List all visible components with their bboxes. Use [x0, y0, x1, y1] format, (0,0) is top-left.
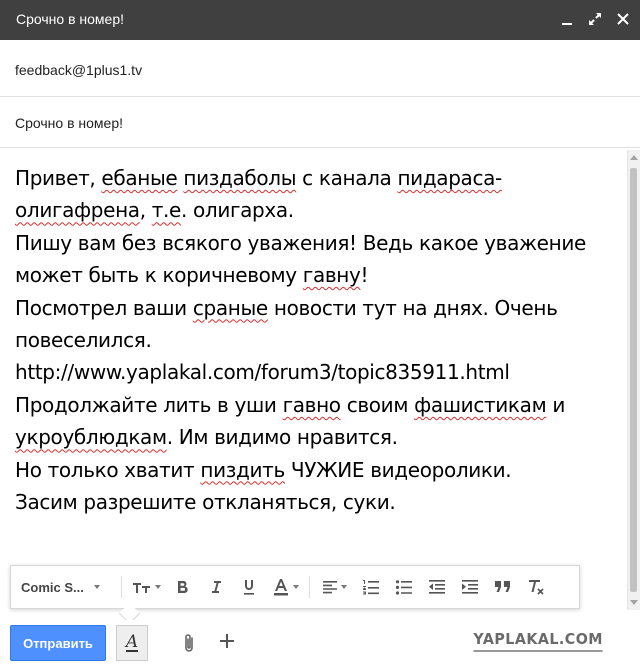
- message-text: повеселился.: [15, 328, 152, 353]
- chevron-down-icon: [93, 585, 100, 589]
- message-body[interactable]: Привет, ебаные пиздаболы с канала пидара…: [15, 162, 627, 518]
- message-line[interactable]: Засим разрешите откланяться, суки.: [15, 486, 627, 518]
- message-line[interactable]: Привет, ебаные пиздаболы с канала пидара…: [15, 162, 627, 194]
- message-text: новости тут на днях. Очень: [267, 295, 558, 320]
- attachment-icon[interactable]: [182, 633, 196, 660]
- close-icon[interactable]: [612, 8, 634, 30]
- minimize-icon[interactable]: [556, 8, 578, 30]
- misspelled-word: сраные: [192, 295, 268, 320]
- recipient-address[interactable]: feedback@1plus1.tv: [15, 62, 142, 78]
- chevron-down-icon: [292, 585, 299, 589]
- message-text: Посмотрел ваши: [15, 295, 193, 320]
- message-text: ,: [139, 198, 152, 223]
- message-line[interactable]: укроублюдкам. Им видимо нравится.: [15, 421, 627, 453]
- toolbar-divider: [121, 576, 122, 598]
- message-text: Продолжайте лить в уши: [15, 392, 283, 417]
- remove-formatting-icon: [528, 580, 544, 595]
- message-text: Засим разрешите откланяться, суки.: [15, 490, 396, 515]
- indent-more-icon: [461, 580, 478, 594]
- chevron-down-icon: [340, 585, 347, 589]
- scroll-up-icon[interactable]: [630, 155, 638, 160]
- message-text: с канала: [296, 166, 398, 190]
- font-size-icon: [132, 583, 150, 593]
- site-watermark: YAPLAKAL.COM: [473, 630, 604, 652]
- formatting-options-button[interactable]: A: [116, 625, 148, 661]
- message-text: !: [360, 263, 369, 288]
- message-line[interactable]: http://www.yaplakal.com/forum3/topic8359…: [15, 356, 627, 388]
- misspelled-word: гавну: [302, 263, 361, 288]
- misspelled-word: ебаные: [101, 166, 178, 190]
- message-line[interactable]: может быть к коричневому гавну!: [15, 259, 627, 291]
- quote-button[interactable]: [486, 566, 519, 608]
- font-family-select[interactable]: Comic S...: [11, 580, 117, 595]
- message-text: Но только хватит: [15, 457, 201, 482]
- text-color-button[interactable]: [265, 566, 305, 608]
- scroll-thumb[interactable]: [630, 168, 637, 592]
- remove-formatting-button[interactable]: [519, 566, 552, 608]
- message-line[interactable]: Посмотрел ваши сраные новости тут на дня…: [15, 292, 627, 324]
- toolbar-divider: [309, 576, 310, 598]
- misspelled-word: пидараса-: [397, 166, 502, 190]
- message-line[interactable]: Но только хватит пиздить ЧУЖИЕ видеороли…: [15, 454, 627, 486]
- message-line[interactable]: Пишу вам без всякого уважения! Ведь како…: [15, 227, 627, 259]
- misspelled-word: укроублюдкам: [15, 425, 167, 450]
- quote-icon: [494, 581, 510, 592]
- misspelled-word: олигафрена: [15, 198, 140, 223]
- misspelled-word: пиздить: [200, 457, 285, 482]
- font-family-label: Comic S...: [21, 579, 84, 595]
- underline-icon: [243, 580, 254, 595]
- indent-less-button[interactable]: [420, 566, 453, 608]
- misspelled-word: гавно: [282, 392, 341, 417]
- numbered-list-button[interactable]: [354, 566, 387, 608]
- numbered-list-icon: [362, 580, 379, 595]
- underline-button[interactable]: [232, 566, 265, 608]
- compose-titlebar: Срочно в номер!: [0, 0, 640, 40]
- message-text: и: [546, 392, 565, 417]
- bulleted-list-icon: [395, 580, 412, 595]
- body-scrollbar[interactable]: [627, 150, 640, 610]
- text-format-icon: A: [125, 632, 139, 652]
- message-text: своим: [340, 392, 415, 417]
- message-text: ЧУЖИЕ видеоролики.: [284, 457, 512, 482]
- align-button[interactable]: [314, 566, 354, 608]
- misspelled-word: пиздаболы: [183, 166, 297, 190]
- compose-actions: Отправить A YAPLAKAL.COM: [0, 620, 640, 668]
- misspelled-word: т.е: [151, 198, 182, 223]
- subject-field[interactable]: Срочно в номер!: [0, 97, 640, 148]
- align-left-icon: [322, 581, 337, 594]
- bold-button[interactable]: [166, 566, 199, 608]
- message-text: http://www.yaplakal.com/forum3/topic8359…: [15, 360, 510, 385]
- more-options-icon[interactable]: [219, 632, 235, 652]
- indent-more-button[interactable]: [453, 566, 486, 608]
- italic-button[interactable]: [199, 566, 232, 608]
- bulleted-list-button[interactable]: [387, 566, 420, 608]
- message-line[interactable]: повеселился.: [15, 324, 627, 356]
- subject-value[interactable]: Срочно в номер!: [15, 115, 123, 131]
- message-text: Привет,: [15, 166, 102, 190]
- chevron-down-icon: [154, 585, 161, 589]
- window-controls: [556, 8, 634, 30]
- send-button[interactable]: Отправить: [10, 625, 106, 661]
- message-text: может быть к коричневому: [15, 263, 303, 288]
- message-text: Пишу вам без всякого уважения! Ведь како…: [15, 230, 586, 255]
- indent-less-icon: [428, 580, 445, 594]
- misspelled-word: фашистикам: [414, 392, 547, 417]
- font-size-button[interactable]: [126, 566, 166, 608]
- recipients-field[interactable]: feedback@1plus1.tv: [0, 40, 640, 97]
- scroll-down-icon[interactable]: [630, 600, 638, 605]
- fullscreen-icon[interactable]: [584, 8, 606, 30]
- message-line[interactable]: Продолжайте лить в уши гавно своим фашис…: [15, 389, 627, 421]
- message-text: . олигарха.: [181, 198, 294, 223]
- formatting-toolbar: Comic S...: [10, 565, 580, 609]
- message-line[interactable]: олигафрена, т.е. олигарха.: [15, 194, 627, 226]
- italic-icon: [211, 581, 221, 593]
- window-title: Срочно в номер!: [16, 11, 125, 27]
- text-color-icon: [273, 579, 288, 596]
- message-text: . Им видимо нравится.: [166, 425, 398, 450]
- bold-icon: [177, 581, 188, 594]
